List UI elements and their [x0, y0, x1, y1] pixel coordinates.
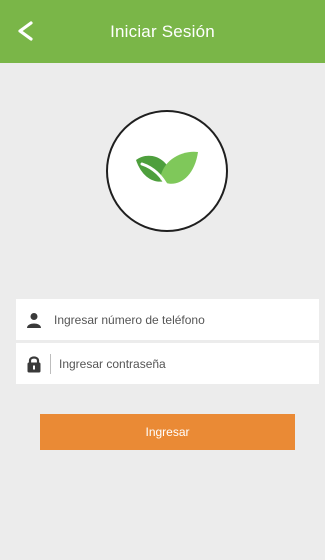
- field-divider: [50, 353, 51, 374]
- page-title: Iniciar Sesión: [110, 21, 215, 41]
- chevron-left-icon: [18, 21, 33, 41]
- password-field: [16, 343, 319, 384]
- app-bar: Iniciar Sesión: [0, 0, 325, 63]
- phone-input[interactable]: [50, 299, 319, 340]
- phone-field: [16, 299, 319, 340]
- user-icon: [18, 299, 50, 340]
- lock-icon: [18, 343, 50, 384]
- leaves-icon: [136, 151, 198, 190]
- login-button[interactable]: Ingresar: [40, 414, 295, 450]
- app-logo: [106, 110, 228, 232]
- password-input[interactable]: [55, 343, 319, 384]
- back-button[interactable]: [10, 13, 40, 49]
